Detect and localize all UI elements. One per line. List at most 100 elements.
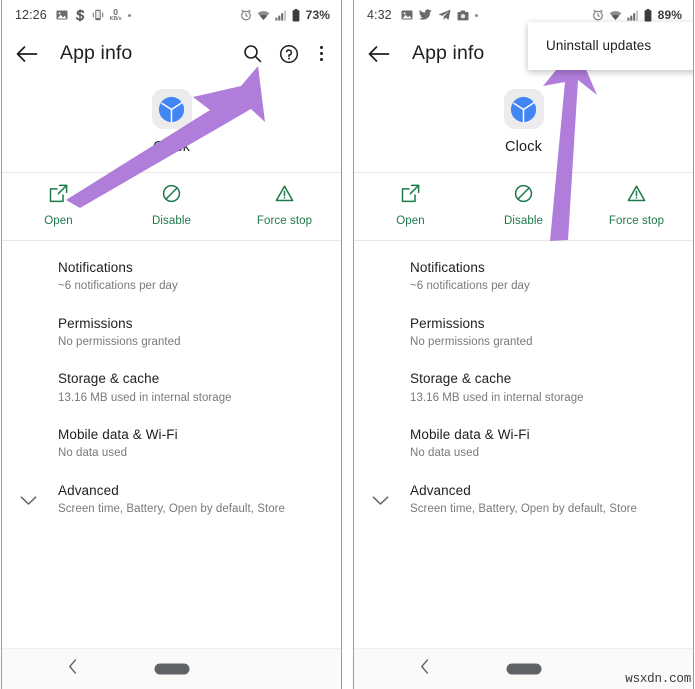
- nav-home-pill[interactable]: [506, 663, 541, 675]
- network-speed-unit: KB/s: [109, 15, 122, 22]
- menu-item-uninstall-updates[interactable]: Uninstall updates: [528, 38, 693, 53]
- telegram-icon: [438, 9, 451, 21]
- disable-label: Disable: [503, 215, 544, 227]
- nav-home-pill[interactable]: [154, 663, 189, 675]
- list-item-storage-cache[interactable]: Storage & cache 13.16 MB used in interna…: [2, 360, 341, 416]
- app-name: Clock: [152, 139, 190, 155]
- clock-app-icon: [503, 89, 544, 129]
- open-external-icon: [401, 184, 420, 208]
- list-item-subtitle: No permissions granted: [58, 335, 181, 348]
- list-item-storage-cache[interactable]: Storage & cache 13.16 MB used in interna…: [354, 360, 693, 416]
- nav-back-icon[interactable]: [68, 659, 78, 680]
- app-name: Clock: [504, 139, 542, 155]
- alarm-icon: [592, 9, 604, 21]
- right-phone-panel: 4:32 89% App info Clock Open Disable For…: [353, 0, 694, 689]
- camera-icon: [457, 10, 469, 21]
- list-item-subtitle: 13.16 MB used in internal storage: [410, 391, 584, 404]
- back-arrow-icon[interactable]: [368, 45, 390, 63]
- disable-button[interactable]: Disable: [467, 184, 580, 227]
- open-label: Open: [396, 215, 425, 227]
- page-title: App info: [412, 42, 485, 64]
- list-item-title: Notifications: [58, 260, 133, 275]
- list-item-subtitle: No data used: [58, 447, 128, 460]
- list-item-title: Notifications: [410, 260, 485, 275]
- image-icon: [401, 9, 413, 21]
- list-item-title: Mobile data & Wi-Fi: [58, 427, 178, 443]
- list-item-permissions[interactable]: Permissions No permissions granted: [354, 305, 693, 361]
- status-right-icons: 89%: [592, 8, 682, 22]
- alarm-icon: [240, 9, 252, 21]
- battery-icon: [292, 8, 300, 22]
- force-stop-button[interactable]: Force stop: [228, 184, 341, 227]
- list-item-advanced[interactable]: Advanced Screen time, Battery, Open by d…: [2, 472, 341, 528]
- list-item-title: Mobile data & Wi-Fi: [410, 427, 530, 443]
- chevron-down-icon: [372, 493, 389, 511]
- disable-slash-icon: [514, 184, 533, 208]
- force-stop-button[interactable]: Force stop: [580, 184, 693, 227]
- warning-triangle-icon: [275, 184, 294, 208]
- list-item-title: Permissions: [58, 315, 133, 331]
- disable-button[interactable]: Disable: [115, 184, 228, 227]
- open-external-icon: [49, 184, 68, 208]
- force-stop-label: Force stop: [256, 215, 313, 227]
- chevron-down-icon: [20, 493, 37, 511]
- disable-label: Disable: [151, 215, 192, 227]
- overflow-menu-icon[interactable]: [316, 44, 327, 63]
- more-notifications-dot: [127, 13, 131, 17]
- network-speed-indicator: 0 KB/s: [110, 8, 122, 22]
- battery-icon: [644, 8, 652, 22]
- left-phone-panel: 12:26 0 KB/s 73% App info Clock Open Dis…: [1, 0, 342, 689]
- warning-triangle-icon: [627, 184, 646, 208]
- more-notifications-dot: [474, 13, 478, 17]
- list-item-subtitle: Screen time, Battery, Open by default, S…: [58, 503, 285, 516]
- open-button[interactable]: Open: [2, 184, 115, 227]
- phone-vibrate-icon: [92, 9, 104, 21]
- site-watermark: wsxdn.com: [625, 672, 691, 686]
- list-item-subtitle: Screen time, Battery, Open by default, S…: [410, 503, 637, 516]
- back-arrow-icon[interactable]: [16, 45, 38, 63]
- help-icon[interactable]: [279, 44, 299, 64]
- list-item-title: Advanced: [58, 482, 119, 498]
- dollar-s-icon: [74, 9, 86, 22]
- action-row: Open Disable Force stop: [354, 172, 693, 241]
- disable-slash-icon: [162, 184, 181, 208]
- twitter-icon: [418, 9, 432, 21]
- list-item-permissions[interactable]: Permissions No permissions granted: [2, 305, 341, 361]
- screenshot-stage: 12:26 0 KB/s 73% App info Clock Open Dis…: [0, 0, 695, 689]
- battery-percent: 89%: [657, 8, 682, 22]
- status-bar: 12:26 0 KB/s 73%: [2, 0, 341, 30]
- list-item-notifications[interactable]: Notifications ~6 notifications per day: [354, 249, 693, 305]
- image-icon: [56, 9, 68, 21]
- status-left-icons: 0 KB/s: [56, 8, 131, 22]
- signal-icon: [275, 10, 287, 21]
- page-title: App info: [60, 42, 133, 64]
- clock-app-icon: [151, 89, 192, 129]
- list-item-title: Storage & cache: [410, 371, 512, 387]
- list-item-title: Storage & cache: [58, 371, 160, 387]
- app-identity: Clock: [2, 77, 341, 172]
- search-icon[interactable]: [243, 44, 262, 63]
- list-item-subtitle: No data used: [410, 447, 480, 460]
- nav-back-icon[interactable]: [420, 659, 430, 680]
- list-item-subtitle: No permissions granted: [410, 335, 533, 348]
- action-row: Open Disable Force stop: [2, 172, 341, 241]
- status-right-icons: 73%: [240, 8, 330, 22]
- list-item-advanced[interactable]: Advanced Screen time, Battery, Open by d…: [354, 472, 693, 528]
- status-time: 4:32: [367, 8, 392, 22]
- status-left-icons: [401, 9, 478, 21]
- list-item-subtitle: ~6 notifications per day: [410, 280, 530, 293]
- list-item-subtitle: 13.16 MB used in internal storage: [58, 391, 232, 404]
- app-identity: Clock: [354, 77, 693, 172]
- app-bar: App info: [2, 30, 341, 77]
- list-item-title: Permissions: [410, 315, 485, 331]
- force-stop-label: Force stop: [608, 215, 665, 227]
- system-nav-bar: [2, 648, 341, 689]
- open-label: Open: [44, 215, 73, 227]
- list-item-mobile-data-wifi[interactable]: Mobile data & Wi-Fi No data used: [2, 416, 341, 472]
- list-item-notifications[interactable]: Notifications ~6 notifications per day: [2, 249, 341, 305]
- wifi-icon: [257, 10, 270, 21]
- list-item-mobile-data-wifi[interactable]: Mobile data & Wi-Fi No data used: [354, 416, 693, 472]
- open-button[interactable]: Open: [354, 184, 467, 227]
- app-bar-actions: [243, 44, 327, 64]
- battery-percent: 73%: [305, 8, 330, 22]
